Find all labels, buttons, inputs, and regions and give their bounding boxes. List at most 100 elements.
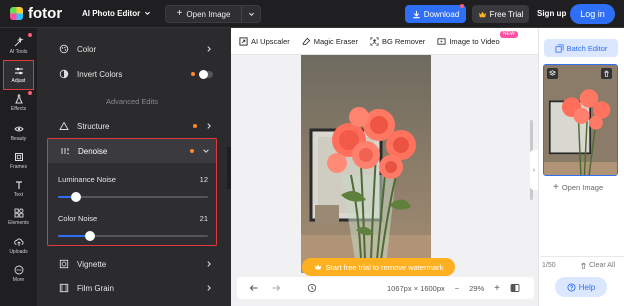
frame-icon <box>14 153 23 161</box>
download-icon <box>413 10 420 18</box>
remove-watermark-label: Start free trial to remove watermark <box>325 262 444 272</box>
adjust-item-vignette[interactable]: Vignette <box>47 254 219 274</box>
open-image-button[interactable]: + Open Image <box>165 5 261 23</box>
fotor-logo-icon[interactable] <box>10 7 23 20</box>
batch-editor-button[interactable]: Batch Editor <box>544 39 618 57</box>
tool-ai-upscaler[interactable]: AI Upscaler <box>239 37 290 46</box>
plus-icon: + <box>553 181 559 193</box>
chevron-down-icon <box>248 12 254 16</box>
text-icon <box>15 181 22 189</box>
rail-item-frames[interactable]: Frames <box>0 146 37 176</box>
adjust-item-label: Vignette <box>77 259 107 269</box>
zoom-in-button[interactable]: + <box>494 283 500 294</box>
color-noise-label: Color Noise <box>58 214 98 223</box>
canvas-bottom-bar: 1067px × 1600px − 29% + <box>237 277 534 299</box>
left-rail: AI Tools Adjust Effects Beauty Frames Te… <box>0 28 37 306</box>
clear-all-button[interactable]: Clear All <box>580 262 615 269</box>
rail-item-more[interactable]: More <box>0 259 37 289</box>
adjust-item-label: Color <box>77 44 97 54</box>
image-thumbnail[interactable] <box>543 64 618 176</box>
divider <box>540 256 624 257</box>
clear-all-label: Clear All <box>589 262 616 269</box>
bg-remover-icon <box>370 36 379 46</box>
luminance-noise-label: Luminance Noise <box>58 175 116 184</box>
image-to-video-icon <box>437 37 446 45</box>
adjust-item-structure[interactable]: Structure <box>47 116 219 136</box>
slider-handle[interactable] <box>84 231 95 241</box>
invert-toggle[interactable] <box>199 69 213 79</box>
help-button[interactable]: Help <box>555 277 607 297</box>
rail-item-adjust[interactable]: Adjust <box>3 60 34 90</box>
fotor-logo-text[interactable]: fotor <box>28 5 62 22</box>
rail-label: Adjust <box>11 78 26 84</box>
rail-item-elements[interactable]: Elements <box>0 202 37 232</box>
adjust-item-film-grain[interactable]: Film Grain <box>47 278 219 298</box>
slider-handle[interactable] <box>71 192 81 202</box>
undo-icon[interactable] <box>249 283 259 293</box>
free-trial-button[interactable]: Free Trial <box>472 5 529 23</box>
notification-dot <box>28 91 32 95</box>
rail-item-beauty[interactable]: Beauty <box>0 118 37 148</box>
add-image-button[interactable]: + Open Image <box>553 181 613 193</box>
thumbnail-content <box>544 65 617 175</box>
chevron-right-icon: › <box>532 166 536 174</box>
zoom-out-button[interactable]: − <box>455 284 459 293</box>
chevron-right-icon <box>207 123 211 129</box>
luminance-noise-slider[interactable] <box>58 192 208 202</box>
zoom-level[interactable]: 29% <box>469 284 484 293</box>
chevron-down-icon <box>145 11 151 15</box>
rail-label: More <box>12 277 25 283</box>
collapse-right-panel-handle[interactable]: › <box>530 150 538 190</box>
chevron-right-icon <box>207 285 211 291</box>
remove-watermark-button[interactable]: Start free trial to remove watermark <box>302 258 455 276</box>
color-noise-slider[interactable] <box>58 231 208 241</box>
help-label: Help <box>578 282 596 292</box>
batch-icon <box>555 43 564 53</box>
layers-icon[interactable] <box>547 68 558 79</box>
free-trial-label: Free Trial <box>489 9 524 19</box>
rail-item-uploads[interactable]: Uploads <box>0 231 37 261</box>
tool-label: AI Upscaler <box>251 36 290 46</box>
product-name: AI Photo Editor <box>82 9 141 18</box>
film-icon <box>59 283 69 293</box>
notification-dot <box>460 4 464 8</box>
edited-photo[interactable] <box>301 55 431 273</box>
image-dimensions: 1067px × 1600px <box>387 283 445 293</box>
crown-icon <box>314 264 321 270</box>
rail-label: Effects <box>10 106 27 112</box>
section-heading: Advanced Edits <box>105 97 159 106</box>
open-image-label: Open Image <box>186 9 231 19</box>
eye-icon <box>13 126 24 132</box>
elements-icon <box>14 208 23 218</box>
chevron-right-icon <box>207 261 211 267</box>
help-icon <box>567 282 576 292</box>
compare-icon[interactable] <box>510 283 520 293</box>
denoise-icon <box>60 146 70 156</box>
trash-icon[interactable] <box>601 68 612 79</box>
tool-image-to-video[interactable]: Image to Video <box>437 37 500 46</box>
history-icon[interactable] <box>307 283 317 293</box>
adjust-item-invert-colors[interactable]: Invert Colors <box>47 64 219 84</box>
rail-label: Beauty <box>10 136 27 142</box>
tool-bg-remover[interactable]: BG Remover <box>370 37 425 46</box>
sign-up-link[interactable]: Sign up <box>537 9 566 18</box>
ai-tools-toolbar: AI Upscaler Magic Eraser BG Remover Imag… <box>231 28 538 55</box>
product-switcher[interactable]: AI Photo Editor <box>82 9 151 18</box>
adjust-item-color[interactable]: Color <box>47 39 219 59</box>
rail-item-text[interactable]: Text <box>0 174 37 204</box>
rail-label: Uploads <box>9 249 28 255</box>
tool-magic-eraser[interactable]: Magic Eraser <box>302 37 358 46</box>
rail-label: Text <box>13 192 24 198</box>
open-image-dropdown[interactable] <box>242 6 260 22</box>
redo-icon[interactable] <box>271 283 281 293</box>
new-badge: NEW <box>500 31 518 38</box>
adjust-item-denoise[interactable]: Denoise <box>48 139 216 163</box>
color-noise-value: 21 <box>199 214 208 223</box>
cloud-upload-icon <box>13 238 23 246</box>
download-label: Download <box>423 9 460 19</box>
chevron-right-icon <box>207 46 211 52</box>
premium-dot <box>193 124 197 128</box>
upscale-icon <box>239 36 248 46</box>
log-in-button[interactable]: Log in <box>570 4 615 24</box>
download-button[interactable]: Download <box>405 5 466 23</box>
